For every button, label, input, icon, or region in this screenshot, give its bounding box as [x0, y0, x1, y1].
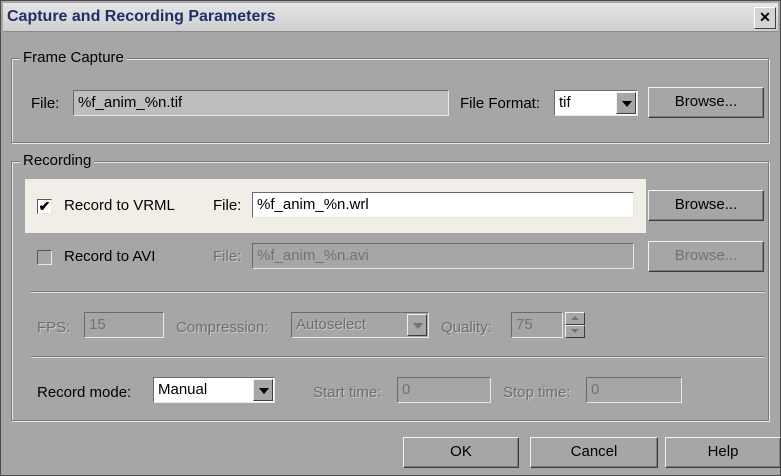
cancel-button[interactable]: Cancel: [530, 437, 658, 468]
quality-label: Quality:: [441, 319, 492, 336]
fps-label: FPS:: [37, 319, 71, 336]
quality-input[interactable]: 75: [511, 312, 563, 338]
chevron-down-icon[interactable]: [253, 379, 273, 401]
record-vrml-checkbox[interactable]: ✔: [37, 199, 52, 214]
separator-2: [31, 356, 765, 358]
fps-input[interactable]: 15: [84, 312, 164, 338]
frame-file-input[interactable]: %f_anim_%n.tif: [73, 90, 449, 116]
compression-value: Autoselect: [296, 316, 367, 333]
vrml-file-input[interactable]: %f_anim_%n.wrl: [252, 192, 634, 218]
chevron-down-icon[interactable]: [407, 314, 427, 336]
file-format-select[interactable]: tif: [554, 90, 638, 116]
avi-browse-button[interactable]: Browse...: [648, 241, 764, 272]
record-vrml-label[interactable]: Record to VRML: [64, 197, 175, 214]
vrml-browse-button[interactable]: Browse...: [648, 190, 764, 221]
file-format-label: File Format:: [460, 95, 541, 112]
file-format-value: tif: [559, 94, 571, 111]
compression-select[interactable]: Autoselect: [291, 312, 429, 338]
window-title: Capture and Recording Parameters: [7, 8, 276, 25]
stop-time-label: Stop time:: [503, 384, 571, 401]
record-avi-checkbox[interactable]: [37, 250, 52, 265]
stop-time-input[interactable]: 0: [586, 377, 682, 403]
title-bar[interactable]: Capture and Recording Parameters ✕: [3, 3, 778, 32]
avi-file-label: File:: [213, 248, 242, 265]
vrml-file-label: File:: [213, 197, 242, 214]
chevron-up-icon[interactable]: [565, 312, 585, 325]
dialog-window: Capture and Recording Parameters ✕ Frame…: [0, 0, 781, 476]
chevron-down-icon[interactable]: [565, 325, 585, 338]
frame-file-label: File:: [31, 95, 60, 112]
frame-capture-legend: Frame Capture: [20, 49, 127, 66]
close-icon[interactable]: ✕: [754, 7, 776, 29]
quality-stepper[interactable]: [565, 312, 585, 338]
chevron-down-icon[interactable]: [616, 92, 636, 114]
start-time-input[interactable]: 0: [397, 377, 491, 403]
help-button[interactable]: Help: [665, 437, 781, 468]
start-time-label: Start time:: [313, 384, 382, 401]
avi-file-input[interactable]: %f_anim_%n.avi: [252, 243, 634, 269]
record-mode-label: Record mode:: [37, 384, 132, 401]
record-mode-select[interactable]: Manual: [153, 377, 275, 403]
separator-1: [31, 291, 765, 293]
record-avi-label[interactable]: Record to AVI: [64, 248, 155, 265]
frame-browse-button[interactable]: Browse...: [648, 87, 764, 118]
recording-legend: Recording: [20, 152, 95, 169]
compression-label: Compression:: [176, 319, 269, 336]
ok-button[interactable]: OK: [403, 437, 519, 468]
record-mode-value: Manual: [158, 381, 208, 398]
